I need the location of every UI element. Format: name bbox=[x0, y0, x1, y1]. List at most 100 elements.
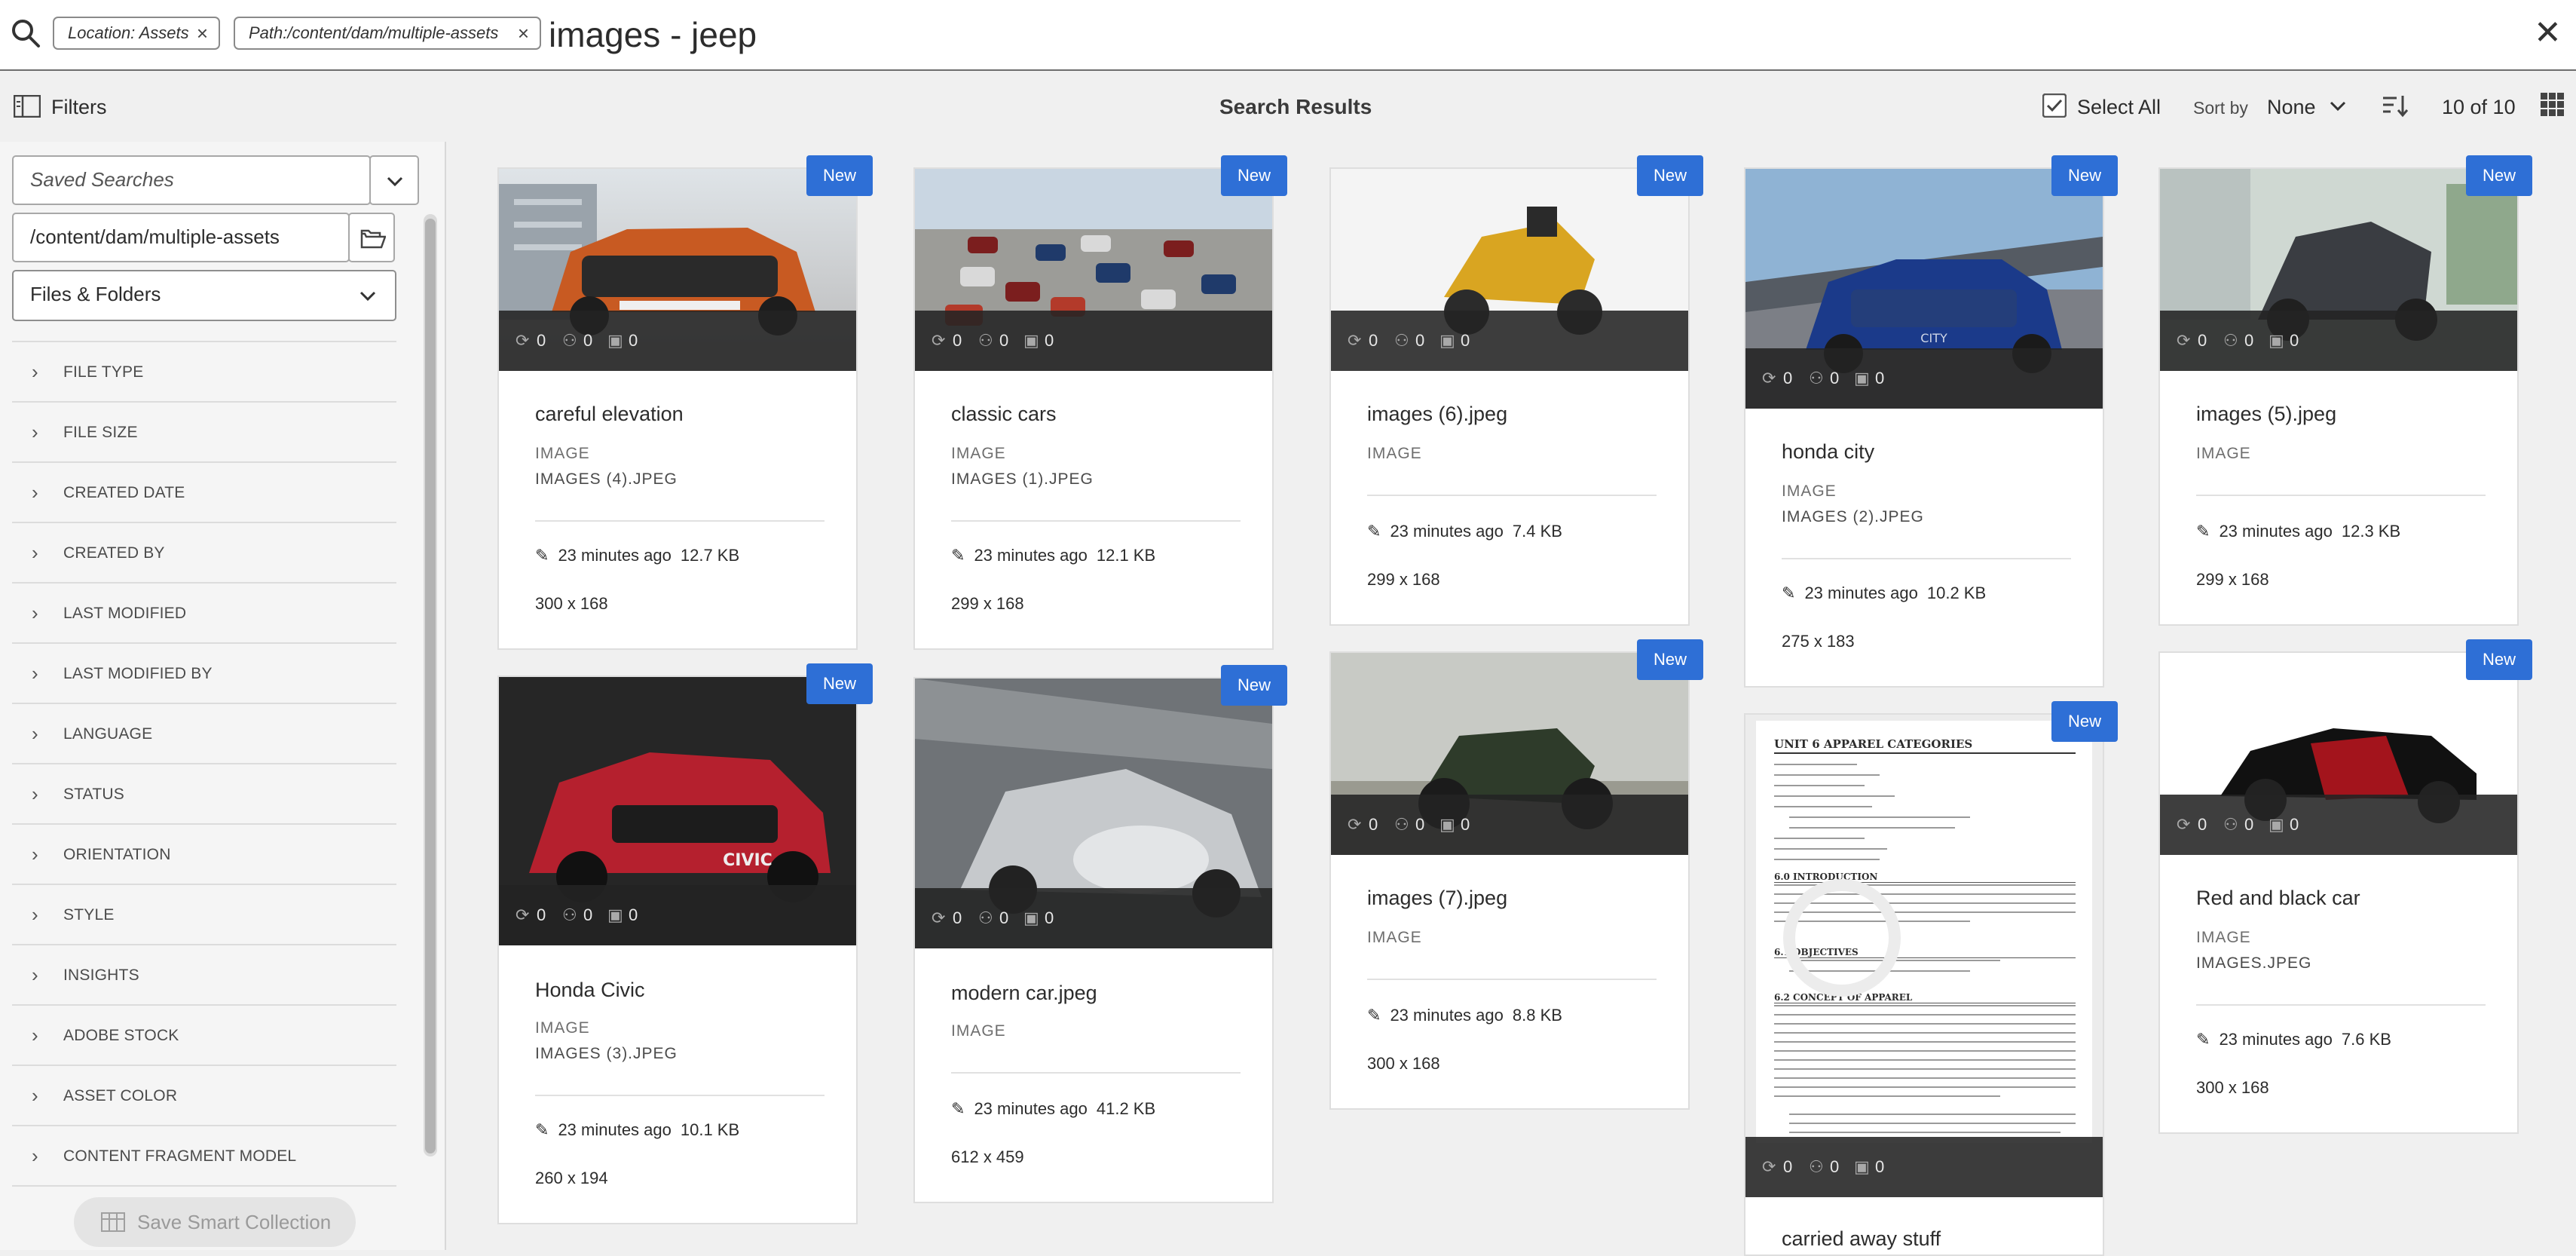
divider bbox=[951, 520, 1241, 522]
chevron-right-icon: › bbox=[32, 1024, 38, 1046]
facet-content-fragment-model[interactable]: › CONTENT FRAGMENT MODEL bbox=[12, 1126, 396, 1187]
card-modified: ✎ 23 minutes ago 7.6 KB bbox=[2196, 1030, 2391, 1049]
chevron-down-icon[interactable] bbox=[359, 289, 377, 303]
asset-card[interactable]: ⟳ 0 ⚇ 0 ▣ 0 classic cars IMAGE IMAGES (1).JPE… bbox=[913, 167, 1274, 650]
path-tag[interactable]: Path:/content/dam/multiple-assets × bbox=[234, 17, 541, 50]
save-smart-collection-button[interactable]: Save Smart Collection bbox=[74, 1197, 356, 1247]
facet-label: ORIENTATION bbox=[63, 846, 171, 863]
stat-count: 0 bbox=[583, 331, 593, 350]
card-type: IMAGE bbox=[535, 445, 590, 462]
content-type-select[interactable]: Files & Folders bbox=[12, 270, 396, 321]
asset-card[interactable]: UNIT 6 APPAREL CATEGORIES 6.0 INTRODUCTI… bbox=[1744, 713, 2104, 1256]
asset-card[interactable]: ⟳ 0 ⚇ 0 ▣ 0 modern car.jpeg IMAGE ✎ 23 minutes… bbox=[913, 677, 1274, 1203]
select-all-checkbox[interactable] bbox=[2042, 93, 2067, 118]
user-icon: ⚇ bbox=[1809, 1157, 1824, 1176]
user-icon: ⚇ bbox=[562, 331, 577, 350]
chevron-down-icon[interactable] bbox=[2329, 100, 2347, 113]
card-modified-time: 23 minutes ago bbox=[974, 546, 1088, 565]
card-filename: IMAGES (2).JPEG bbox=[1782, 508, 1924, 525]
stat-count: 0 bbox=[583, 905, 593, 924]
sort-order-icon[interactable] bbox=[2382, 93, 2409, 118]
filters-rail-icon[interactable] bbox=[14, 95, 41, 118]
user-icon: ⚇ bbox=[1809, 369, 1824, 388]
facet-label: LAST MODIFIED BY bbox=[63, 665, 213, 682]
user-icon: ⚇ bbox=[1394, 815, 1409, 834]
path-field[interactable]: /content/dam/multiple-assets bbox=[12, 213, 350, 262]
asset-card[interactable]: ⟳ 0 ⚇ 0 ▣ 0 images (7).jpeg IMAGE ✎ 23 minutes… bbox=[1329, 651, 1690, 1110]
location-tag[interactable]: Location: Assets × bbox=[53, 17, 220, 50]
facet-style[interactable]: › STYLE bbox=[12, 885, 396, 945]
remove-tag-icon[interactable]: × bbox=[197, 18, 208, 48]
saved-searches-dropdown-button[interactable] bbox=[369, 155, 419, 205]
card-title: Red and black car bbox=[2196, 887, 2360, 909]
result-count: 10 of 10 bbox=[2442, 96, 2516, 118]
facet-created-date[interactable]: › CREATED DATE bbox=[12, 463, 396, 523]
chevron-right-icon: › bbox=[32, 421, 38, 443]
facet-file-size[interactable]: › FILE SIZE bbox=[12, 403, 396, 463]
facet-adobe-stock[interactable]: › ADOBE STOCK bbox=[12, 1006, 396, 1066]
card-file-size: 12.3 KB bbox=[2341, 522, 2401, 541]
collection-icon bbox=[101, 1212, 125, 1232]
scrollbar[interactable] bbox=[424, 214, 437, 1156]
comments-icon: ▣ bbox=[607, 331, 623, 350]
new-badge: New bbox=[2051, 155, 2118, 196]
asset-stats-overlay: ⟳ 0 ⚇ 0 ▣ 0 bbox=[1745, 1137, 2103, 1197]
divider bbox=[2196, 1004, 2486, 1006]
card-view-icon[interactable] bbox=[2540, 92, 2565, 118]
facet-label: CREATED DATE bbox=[63, 484, 185, 501]
card-modified: ✎ 23 minutes ago 41.2 KB bbox=[951, 1099, 1155, 1119]
stat-count: 0 bbox=[999, 908, 1009, 927]
asset-stats-overlay: ⟳ 0 ⚇ 0 ▣ 0 bbox=[915, 888, 1272, 948]
card-file-size: 7.4 KB bbox=[1512, 522, 1562, 541]
user-icon: ⚇ bbox=[978, 331, 993, 350]
card-title: images (6).jpeg bbox=[1367, 403, 1508, 425]
asset-card[interactable]: CITY ⟳ 0 ⚇ 0 ▣ 0 honda city IMAGE IMAGES (2).… bbox=[1744, 167, 2104, 688]
card-dimensions: 299 x 168 bbox=[2196, 570, 2269, 589]
new-badge: New bbox=[2051, 701, 2118, 742]
card-title: Honda Civic bbox=[535, 979, 645, 1001]
versions-icon: ⟳ bbox=[1348, 331, 1362, 350]
scrollbar-thumb[interactable] bbox=[425, 219, 436, 1153]
facet-label: STYLE bbox=[63, 906, 115, 924]
card-type: IMAGE bbox=[2196, 929, 2251, 946]
card-file-size: 12.7 KB bbox=[680, 546, 740, 565]
asset-stats-overlay: ⟳ 0 ⚇ 0 ▣ 0 bbox=[499, 311, 856, 371]
stat-count: 0 bbox=[953, 331, 962, 350]
filters-label[interactable]: Filters bbox=[51, 93, 107, 121]
asset-card[interactable]: ⟳ 0 ⚇ 0 ▣ 0 careful elevation IMAGE IMAGES (4… bbox=[497, 167, 858, 650]
save-smart-collection-label: Save Smart Collection bbox=[137, 1211, 332, 1233]
facet-last-modified[interactable]: › LAST MODIFIED bbox=[12, 584, 396, 644]
search-input[interactable]: images - jeep bbox=[549, 12, 757, 57]
stat-count: 0 bbox=[1875, 369, 1885, 388]
facet-file-type[interactable]: › FILE TYPE bbox=[12, 342, 396, 403]
asset-card[interactable]: ⟳ 0 ⚇ 0 ▣ 0 images (5).jpeg IMAGE ✎ 23 minutes… bbox=[2158, 167, 2519, 626]
card-dimensions: 612 x 459 bbox=[951, 1147, 1024, 1166]
chevron-right-icon: › bbox=[32, 481, 38, 504]
document-page: UNIT 6 APPAREL CATEGORIES 6.0 INTRODUCTI… bbox=[1756, 721, 2092, 1143]
asset-card[interactable]: ⟳ 0 ⚇ 0 ▣ 0 Red and black car IMAGE IMAGES.JP… bbox=[2158, 651, 2519, 1134]
path-browser-button[interactable] bbox=[348, 213, 395, 262]
remove-tag-icon[interactable]: × bbox=[518, 18, 529, 48]
facet-insights[interactable]: › INSIGHTS bbox=[12, 945, 396, 1006]
sort-select[interactable]: None bbox=[2267, 93, 2316, 121]
card-filename: IMAGES.JPEG bbox=[2196, 954, 2312, 972]
facet-orientation[interactable]: › ORIENTATION bbox=[12, 825, 396, 885]
facet-last-modified-by[interactable]: › LAST MODIFIED BY bbox=[12, 644, 396, 704]
pencil-icon: ✎ bbox=[1367, 1006, 1381, 1025]
select-all-label[interactable]: Select All bbox=[2077, 93, 2161, 121]
stat-count: 0 bbox=[1461, 331, 1470, 350]
search-icon[interactable] bbox=[11, 18, 41, 48]
card-filename: IMAGES (4).JPEG bbox=[535, 470, 678, 488]
card-dimensions: 299 x 168 bbox=[1367, 570, 1440, 589]
asset-card[interactable]: CIVIC ⟳ 0 ⚇ 0 ▣ 0 Honda Civic IMAGE IMAGES (3… bbox=[497, 675, 858, 1224]
facet-status[interactable]: › STATUS bbox=[12, 764, 396, 825]
asset-card[interactable]: ⟳ 0 ⚇ 0 ▣ 0 images (6).jpeg IMAGE ✎ 23 minutes… bbox=[1329, 167, 1690, 626]
card-type: IMAGE bbox=[535, 1019, 590, 1037]
saved-searches-select[interactable]: Saved Searches bbox=[12, 155, 371, 205]
facet-asset-color[interactable]: › ASSET COLOR bbox=[12, 1066, 396, 1126]
facet-created-by[interactable]: › CREATED BY bbox=[12, 523, 396, 584]
close-icon[interactable]: ✕ bbox=[2534, 11, 2562, 56]
card-title: images (5).jpeg bbox=[2196, 403, 2337, 425]
facet-language[interactable]: › LANGUAGE bbox=[12, 704, 396, 764]
chevron-down-icon bbox=[387, 176, 403, 187]
